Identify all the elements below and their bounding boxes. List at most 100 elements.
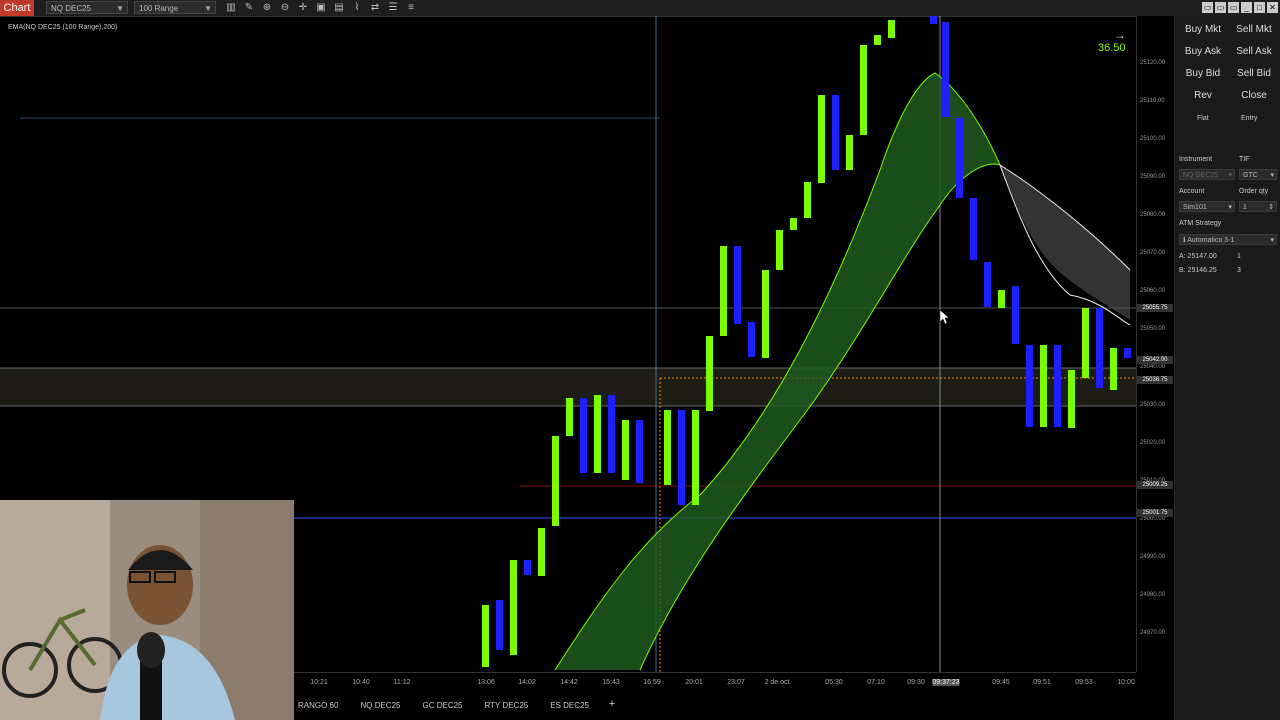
maximize-icon[interactable]: □ [1254, 2, 1265, 13]
instrument-select-value: NQ DEC25 [1183, 172, 1219, 179]
price-tag: 25001.75 [1137, 509, 1173, 517]
chart-trader-icon[interactable]: ⇄ [368, 1, 382, 15]
sell-market-button[interactable]: Sell Mkt [1229, 24, 1279, 35]
sell-bid-button[interactable]: Sell Bid [1229, 68, 1279, 79]
candle [942, 22, 949, 117]
time-tick: 11:12 [393, 679, 411, 686]
chart-trader-panel: Buy Mkt Sell Mkt Buy Ask Sell Ask Buy Bi… [1174, 16, 1280, 720]
time-tick: 14:02 [518, 679, 536, 686]
buy-bid-button[interactable]: Buy Bid [1179, 68, 1227, 79]
instrument-select[interactable]: NQ DEC25 ▾ [1179, 169, 1235, 180]
entry-status: Entry [1241, 115, 1258, 122]
price-tag: 25055.75 [1137, 304, 1173, 312]
price-tag: 25036.75 [1137, 376, 1173, 384]
account-select[interactable]: Sim101 ▾ [1179, 201, 1235, 212]
zoom-in-icon[interactable]: ⊕ [260, 1, 274, 15]
candle [956, 118, 963, 198]
bar-countdown: 36.50 [1098, 42, 1126, 54]
tab-es-dec25[interactable]: ES DEC25 [542, 698, 597, 714]
candle [1026, 345, 1033, 427]
chevron-down-icon: ▾ [1228, 172, 1232, 179]
price-tick: 25110.00 [1140, 98, 1165, 104]
crosshair-icon[interactable]: ✛ [296, 1, 310, 15]
reverse-button[interactable]: Rev [1179, 90, 1227, 101]
instrument-selector-value: NQ DEC25 [51, 4, 92, 13]
sell-ask-button[interactable]: Sell Ask [1229, 46, 1279, 57]
candle [860, 45, 867, 135]
price-axis[interactable]: 25120.00 25110.00 25100.00 25090.00 2508… [1136, 16, 1174, 672]
candle [720, 246, 727, 336]
candle [1124, 348, 1131, 358]
time-tick: 09:51 [1033, 679, 1051, 686]
data-box-icon[interactable]: ☰ [386, 1, 400, 15]
sidebar-icon[interactable]: ≡ [404, 1, 418, 15]
candle [1096, 308, 1103, 388]
zoom-out-icon[interactable]: ⊖ [278, 1, 292, 15]
indicator-icon[interactable]: ⌇ [350, 1, 364, 15]
chevron-down-icon: ▼ [116, 4, 124, 13]
tif-select-value: GTC [1243, 172, 1258, 179]
candle [762, 270, 769, 358]
candle [930, 16, 937, 24]
buy-ask-button[interactable]: Buy Ask [1179, 46, 1227, 57]
stepper-icon[interactable]: ⇕ [1268, 202, 1274, 213]
price-tick: 25070.00 [1140, 250, 1166, 256]
add-tab-icon[interactable]: + [603, 698, 621, 714]
time-axis[interactable]: 10:21 10:40 11:12 13:06 14:02 14:42 15:4… [294, 672, 1136, 691]
properties-icon[interactable]: ▣ [314, 1, 328, 15]
candle [664, 410, 671, 485]
interval-selector-value: 100 Range [139, 4, 179, 13]
candle [510, 560, 517, 655]
candle [706, 336, 713, 411]
atm-strategy-label: ATM Strategy [1179, 220, 1222, 227]
buy-market-button[interactable]: Buy Mkt [1179, 24, 1227, 35]
menu-icon[interactable]: ▭ [1202, 2, 1213, 13]
time-tick: 10:21 [310, 679, 328, 686]
price-tick: 25030.00 [1140, 402, 1166, 408]
strategy-icon[interactable]: ▤ [332, 1, 346, 15]
candle [636, 420, 643, 483]
tab-rty-dec25[interactable]: RTY DEC25 [477, 698, 537, 714]
atm-strategy-select[interactable]: ℹ Automatico 3-1 ▾ [1179, 234, 1277, 245]
chevron-down-icon: ▼ [204, 4, 212, 13]
pin-icon[interactable]: ▭ [1228, 2, 1239, 13]
price-tick: 24980.00 [1140, 592, 1166, 598]
bar-type-icon[interactable]: ▥ [224, 1, 238, 15]
time-tick: 14:42 [560, 679, 578, 686]
tab-rango-60[interactable]: RANGO 60 [290, 698, 346, 714]
candle [692, 410, 699, 505]
minimize-icon[interactable]: _ [1241, 2, 1252, 13]
chart-tab[interactable]: Chart [0, 0, 34, 16]
price-tick: 25040.00 [1140, 364, 1166, 370]
chevron-down-icon: ▾ [1228, 204, 1232, 211]
close-icon[interactable]: ✕ [1267, 2, 1278, 13]
account-label: Account [1179, 188, 1205, 195]
time-tick: 07:10 [867, 679, 885, 686]
candle [566, 398, 573, 436]
candle [1012, 286, 1019, 344]
arrow-right-icon[interactable]: → [1114, 28, 1126, 42]
tile-icon[interactable]: ▭ [1215, 2, 1226, 13]
instrument-selector[interactable]: NQ DEC25 ▼ [46, 1, 128, 14]
candle [538, 528, 545, 576]
order-qty-stepper[interactable]: 1 ⇕ [1239, 201, 1277, 212]
atm-strategy-value: Automatico 3-1 [1187, 237, 1235, 244]
candle [888, 20, 895, 38]
candle [790, 218, 797, 230]
price-tick: 25090.00 [1140, 174, 1166, 180]
tab-nq-dec25[interactable]: NQ DEC25 [352, 698, 408, 714]
tab-gc-dec25[interactable]: GC DEC25 [414, 698, 470, 714]
tif-select[interactable]: GTC ▾ [1239, 169, 1277, 180]
draw-icon[interactable]: ✎ [242, 1, 256, 15]
candle [832, 95, 839, 170]
candle [734, 246, 741, 324]
bid-qty: 3 [1237, 267, 1241, 274]
order-qty-value: 1 [1243, 204, 1247, 211]
interval-selector[interactable]: 100 Range ▼ [134, 1, 216, 14]
time-tick: 2 de oct. [764, 679, 792, 686]
candle [552, 436, 559, 526]
time-tick: 23:07 [727, 679, 745, 686]
toolbar-icons: ▥ ✎ ⊕ ⊖ ✛ ▣ ▤ ⌇ ⇄ ☰ ≡ [224, 0, 418, 16]
candle [748, 322, 755, 357]
close-position-button[interactable]: Close [1229, 90, 1279, 101]
